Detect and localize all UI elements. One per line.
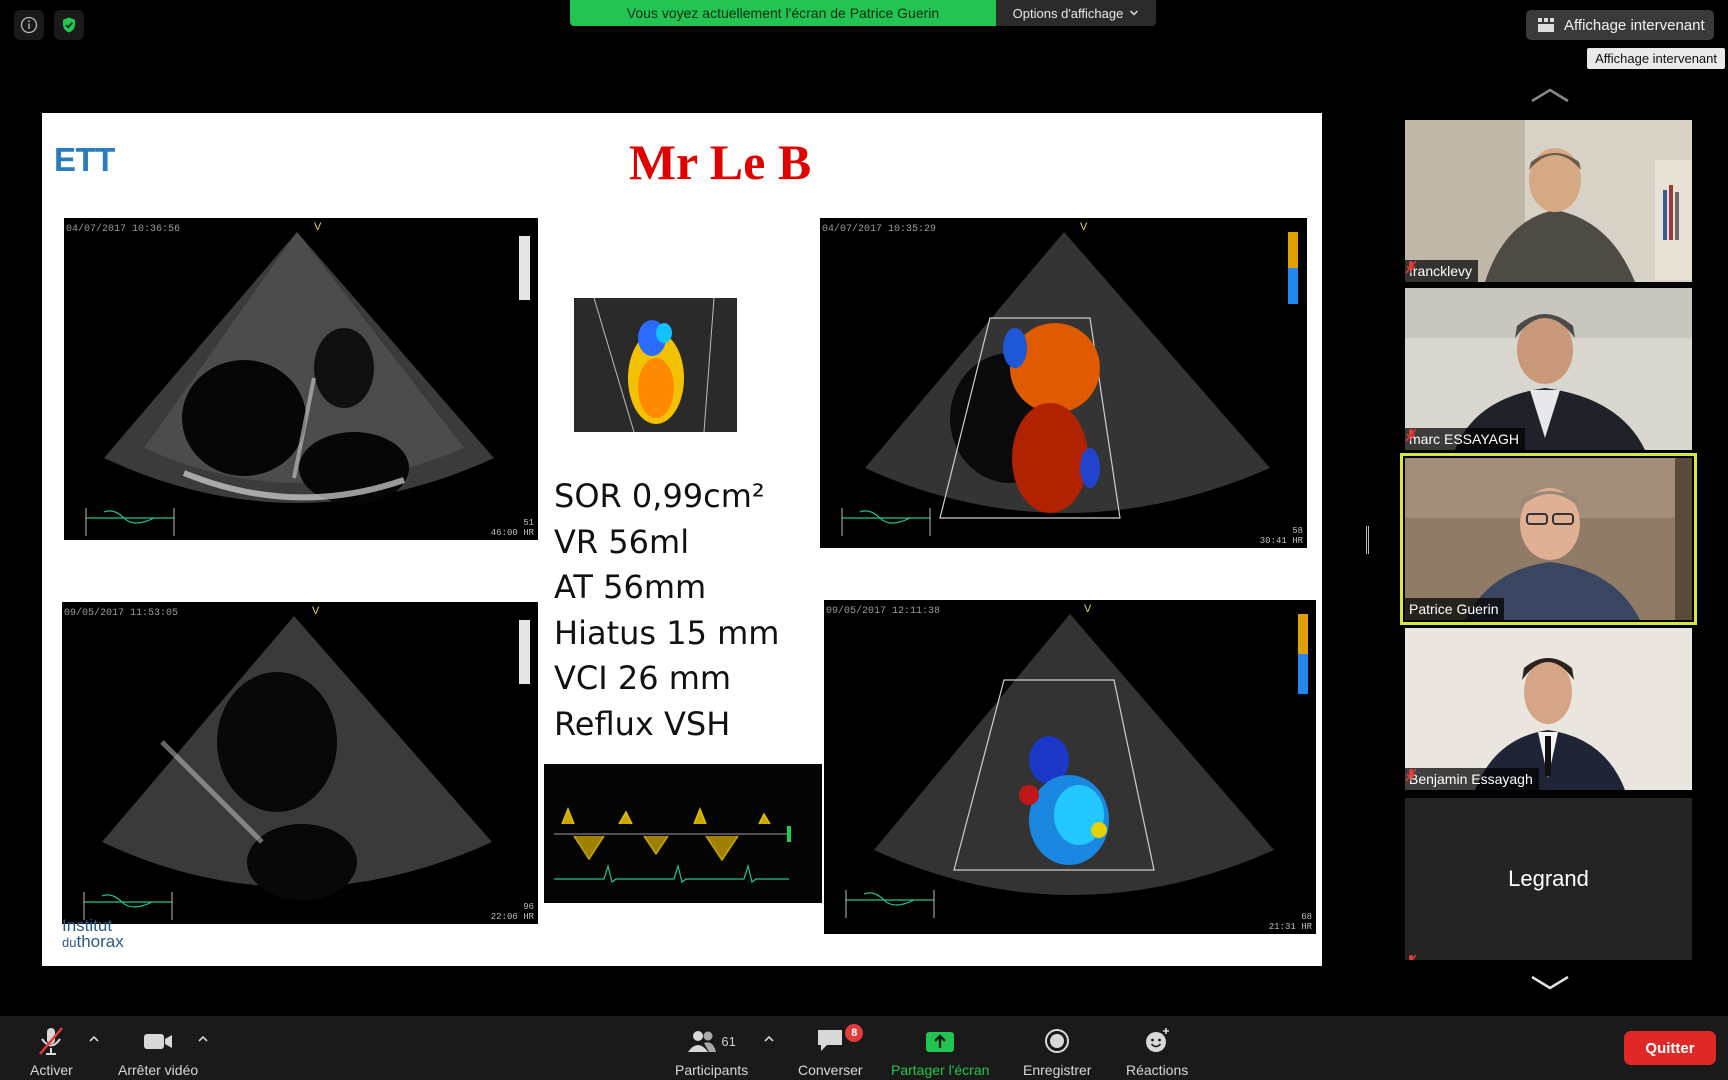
measurement-line: VR 56ml (554, 522, 690, 561)
echo-image-color-doppler-2: V 09/05/2017 12:11:38 68 21:31 HR (824, 600, 1316, 934)
video-options-caret[interactable] (196, 1032, 210, 1046)
participant-name-bar: Benjamin Essayagh (1405, 768, 1539, 790)
echo-readout: 58 30:41 HR (1259, 526, 1303, 546)
participants-icon (688, 1031, 717, 1052)
echo-readout: 96 22:06 HR (490, 902, 534, 922)
chevron-up-icon (1531, 88, 1569, 103)
mic-muted-icon (1407, 954, 1417, 960)
shared-slide: ETT Mr Le B V 04/07/2017 10:36:56 51 46:… (42, 113, 1322, 966)
slide-title: Mr Le B (628, 134, 812, 190)
smiley-icon (1146, 1028, 1170, 1052)
mic-muted-icon (1405, 428, 1417, 442)
measurement-line: Hiatus 15 mm (554, 613, 780, 652)
grid-icon (1538, 18, 1554, 32)
chat-button[interactable]: 8 Converser (798, 1024, 864, 1078)
participant-name-bar: Patrice Guerin (1405, 598, 1505, 620)
screen-share-banner: Vous voyez actuellement l'écran de Patri… (570, 0, 1156, 26)
participants-options-caret[interactable] (762, 1032, 776, 1046)
svg-text:V: V (314, 221, 322, 233)
svg-text:V: V (1084, 603, 1092, 615)
echo-timestamp: 09/05/2017 11:53:05 (64, 608, 179, 619)
chevron-up-icon (89, 1035, 99, 1042)
echo-timestamp: 09/05/2017 12:11:38 (826, 606, 941, 617)
measurement-line: AT 56mm (554, 568, 707, 607)
speaker-view-label: Affichage intervenant (1564, 16, 1705, 34)
chevron-up-icon (198, 1035, 208, 1042)
echo-image-color-jet (574, 298, 737, 432)
echo-image-color-doppler-1: V 04/07/2017 10:35:29 58 30:41 HR (820, 218, 1307, 548)
chat-bubble-icon (818, 1030, 843, 1051)
scroll-up-button[interactable] (1528, 84, 1572, 106)
leave-meeting-button[interactable]: Quitter (1624, 1031, 1716, 1065)
chevron-down-icon (1130, 10, 1139, 16)
share-screen-icon (926, 1032, 955, 1052)
echo-image-apical-1: V 04/07/2017 10:36:56 51 46:00 HR (64, 218, 538, 540)
stop-video-button[interactable]: Arrêter vidéo (118, 1026, 198, 1078)
info-icon[interactable] (14, 10, 44, 40)
participant-tile[interactable]: marc ESSAYAGH (1405, 288, 1692, 450)
panel-resize-handle[interactable] (1366, 526, 1369, 554)
scroll-down-button[interactable] (1528, 972, 1572, 994)
echo-image-apical-2: V 09/05/2017 11:53:05 96 22:06 HR (62, 602, 538, 924)
video-camera-icon (144, 1034, 173, 1049)
participants-button[interactable]: 61 Participants (675, 1026, 748, 1078)
participant-tile[interactable]: francklevy (1405, 120, 1692, 282)
view-options-label: Options d'affichage (1012, 5, 1124, 21)
echo-timestamp: 04/07/2017 10:35:29 (822, 224, 937, 235)
measurement-line: Reflux VSH (554, 704, 731, 743)
chevron-down-icon (1531, 975, 1569, 990)
echo-timestamp: 04/07/2017 10:36:56 (66, 224, 181, 235)
view-options-button[interactable]: Options d'affichage (996, 0, 1156, 26)
participant-tile-active-speaker[interactable]: Patrice Guerin (1400, 453, 1697, 625)
participants-count: 61 (721, 1033, 736, 1049)
slide-measurements: SOR 0,99cm² VR 56ml AT 56mm Hiatus 15 mm… (554, 474, 779, 748)
institut-du-thorax-logo: Institut duthorax (62, 916, 124, 951)
mic-muted-icon (1405, 768, 1417, 782)
echo-readout: 51 46:00 HR (490, 518, 534, 538)
mic-muted-icon (39, 1027, 64, 1055)
unread-chat-badge: 8 (845, 1024, 864, 1042)
audio-options-caret[interactable] (87, 1032, 101, 1046)
record-button[interactable]: Enregistrer (1023, 1026, 1091, 1078)
participant-name-bar (1405, 954, 1417, 960)
record-icon (1045, 1029, 1070, 1053)
security-shield-icon[interactable] (54, 10, 84, 40)
participant-tile-no-video[interactable]: Legrand (1405, 798, 1692, 960)
participant-name-bar: francklevy (1405, 260, 1479, 282)
participant-name-bar: marc ESSAYAGH (1405, 428, 1525, 450)
reactions-button[interactable]: Réactions (1126, 1026, 1188, 1078)
top-status-icons (14, 10, 84, 40)
svg-text:V: V (312, 605, 320, 617)
meeting-toolbar: Activer Arrêter vidéo 61 Participants 8 … (0, 1016, 1728, 1080)
chevron-up-icon (764, 1035, 774, 1042)
participant-name-centered: Legrand (1508, 866, 1589, 891)
sharing-notice: Vous voyez actuellement l'écran de Patri… (570, 0, 996, 26)
share-screen-button[interactable]: Partager l'écran (891, 1026, 989, 1078)
speaker-view-button[interactable]: Affichage intervenant (1526, 10, 1714, 40)
svg-text:V: V (1080, 221, 1088, 233)
measurement-line: VCI 26 mm (554, 659, 732, 698)
participant-tile[interactable]: Benjamin Essayagh (1405, 628, 1692, 790)
echo-readout: 68 21:31 HR (1268, 912, 1312, 932)
mic-muted-icon (1405, 260, 1417, 274)
measurement-line: SOR 0,99cm² (554, 477, 765, 515)
speaker-view-tooltip: Affichage intervenant (1587, 48, 1725, 69)
unmute-button[interactable]: Activer (30, 1026, 73, 1078)
doppler-spectrum-trace (544, 764, 822, 903)
